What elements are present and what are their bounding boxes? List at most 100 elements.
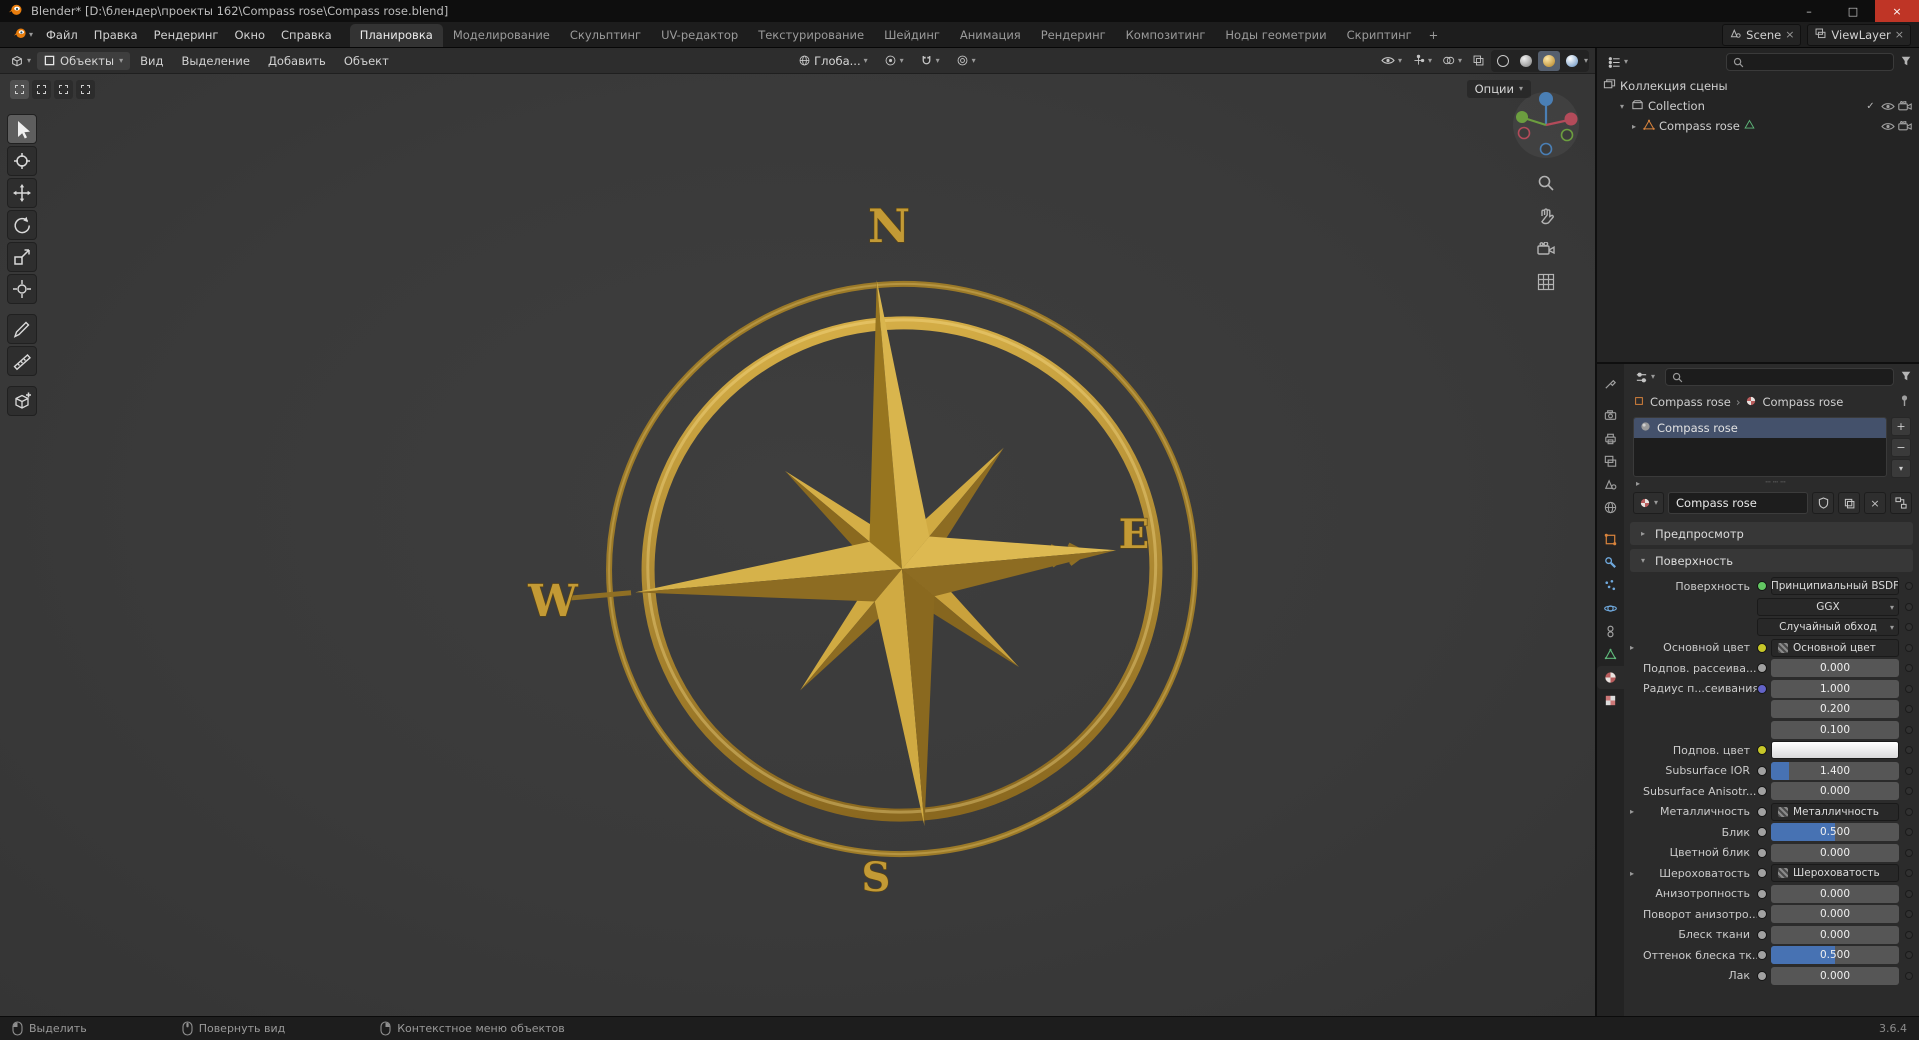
distribution-dropdown[interactable]: GGX ▾ — [1757, 597, 1899, 616]
unlink-viewlayer-icon[interactable]: × — [1895, 29, 1904, 40]
metallic-texture-field[interactable]: Металличность — [1771, 802, 1899, 821]
decorator-icon[interactable] — [1905, 971, 1913, 980]
anisotropic-rotation-slider[interactable]: 0.000 — [1771, 905, 1899, 923]
decorator-icon[interactable] — [1905, 582, 1913, 590]
expand-caret-icon[interactable]: ▾ — [1617, 102, 1627, 111]
camera-view-icon[interactable] — [1533, 236, 1559, 262]
decorator-icon[interactable] — [1905, 766, 1913, 775]
properties-editor-type-button[interactable]: ▾ — [1631, 369, 1659, 386]
shader-socket-icon[interactable] — [1757, 581, 1767, 591]
subsurface-anisotropy-slider[interactable]: 0.000 — [1771, 782, 1899, 800]
outliner-search-input[interactable] — [1726, 53, 1894, 71]
roughness-texture-field[interactable]: Шероховатость — [1771, 864, 1899, 882]
sheen-slider[interactable]: 0.000 — [1771, 925, 1899, 944]
decorator-icon[interactable] — [1905, 828, 1913, 836]
value-socket-icon[interactable] — [1757, 786, 1767, 796]
props-tab-physics[interactable] — [1597, 597, 1624, 620]
breadcrumb-material[interactable]: Compass rose — [1762, 395, 1843, 409]
transform-orientation-dropdown[interactable]: Глоба... ▾ — [794, 52, 872, 70]
close-button[interactable]: × — [1875, 0, 1919, 22]
decorator-icon[interactable] — [1905, 848, 1913, 857]
decorator-icon[interactable] — [1905, 705, 1913, 713]
tab-sculpting[interactable]: Скульптинг — [560, 24, 651, 47]
expand-caret-icon[interactable]: ▸ — [1630, 807, 1643, 816]
tool-move[interactable] — [7, 178, 37, 208]
props-tab-particles[interactable] — [1597, 574, 1624, 597]
tool-measure[interactable] — [7, 346, 37, 376]
value-socket-icon[interactable] — [1757, 847, 1767, 858]
hide-eye-icon[interactable] — [1879, 122, 1896, 131]
expand-caret-icon[interactable]: ▸ — [1630, 869, 1643, 878]
outliner-row-collection[interactable]: ▾ Collection ✓ — [1597, 96, 1919, 116]
menu-help[interactable]: Справка — [273, 25, 340, 45]
value-socket-icon[interactable] — [1757, 827, 1767, 837]
pin-icon[interactable] — [1899, 394, 1910, 410]
props-tab-object[interactable] — [1597, 528, 1624, 551]
menu-render[interactable]: Рендеринг — [146, 25, 227, 45]
viewlayer-selector[interactable]: ViewLayer × — [1807, 23, 1911, 46]
tab-geometry-nodes[interactable]: Ноды геометрии — [1215, 24, 1336, 47]
value-socket-icon[interactable] — [1757, 929, 1767, 940]
menu-file[interactable]: Файл — [38, 25, 86, 45]
preview-panel-header[interactable]: ▸ Предпросмотр — [1630, 522, 1913, 545]
subsurface-ior-slider[interactable]: 1.400 — [1771, 761, 1899, 780]
pivot-point-dropdown[interactable]: ▾ — [880, 52, 908, 69]
props-tab-constraints[interactable] — [1597, 620, 1624, 643]
value-socket-icon[interactable] — [1757, 970, 1767, 981]
tool-transform[interactable] — [7, 274, 37, 304]
decorator-icon[interactable] — [1905, 643, 1913, 652]
decorator-icon[interactable] — [1905, 746, 1913, 754]
tool-add-cube[interactable] — [7, 386, 37, 416]
navigation-gizmo[interactable] — [1511, 90, 1581, 163]
decorator-icon[interactable] — [1905, 910, 1913, 918]
material-slot-list[interactable]: Compass rose — [1633, 417, 1887, 477]
slot-specials-button[interactable]: ▾ — [1891, 459, 1911, 478]
props-tab-texture[interactable] — [1597, 689, 1624, 712]
decorator-icon[interactable] — [1905, 623, 1913, 631]
caret-right-icon[interactable]: ▸ — [1633, 479, 1643, 488]
shading-rendered-button[interactable] — [1561, 51, 1583, 71]
decorator-icon[interactable] — [1905, 951, 1913, 959]
subsurface-slider[interactable]: 0.000 — [1771, 659, 1899, 677]
disable-render-camera-icon[interactable] — [1896, 101, 1913, 111]
menu-select[interactable]: Выделение — [173, 51, 258, 71]
vector-socket-icon[interactable] — [1757, 683, 1767, 694]
hide-eye-icon[interactable] — [1879, 102, 1896, 111]
exclude-checkbox[interactable]: ✓ — [1862, 101, 1879, 112]
radius-z-field[interactable]: 0.100 — [1771, 720, 1899, 739]
tab-uv-editing[interactable]: UV-редактор — [651, 24, 748, 47]
radius-y-field[interactable]: 0.200 — [1771, 700, 1899, 718]
tool-scale[interactable] — [7, 242, 37, 272]
expand-caret-icon[interactable]: ▸ — [1629, 122, 1639, 131]
props-tab-render[interactable] — [1597, 404, 1624, 427]
props-tab-world[interactable] — [1597, 496, 1624, 519]
tab-layout[interactable]: Планировка — [349, 24, 443, 47]
shading-wireframe-button[interactable] — [1492, 51, 1514, 71]
select-mode-invert-button[interactable] — [76, 80, 95, 99]
outliner-row-compass-rose[interactable]: ▸ Compass rose — [1597, 116, 1919, 136]
props-tab-scene[interactable] — [1597, 473, 1624, 496]
tab-animation[interactable]: Анимация — [950, 24, 1031, 47]
show-gizmo-toggle[interactable]: ▾ — [1408, 52, 1436, 69]
material-slot-row[interactable]: Compass rose — [1634, 418, 1886, 438]
tab-shading[interactable]: Шейдинг — [874, 24, 950, 47]
disable-render-camera-icon[interactable] — [1896, 121, 1913, 131]
tool-select-box[interactable] — [7, 114, 37, 144]
surface-panel-header[interactable]: ▾ Поверхность — [1630, 549, 1913, 572]
breadcrumb-object[interactable]: Compass rose — [1650, 395, 1731, 409]
decorator-icon[interactable] — [1905, 889, 1913, 898]
xray-toggle[interactable] — [1468, 52, 1489, 69]
material-name-field[interactable]: Compass rose — [1668, 492, 1808, 514]
menu-edit[interactable]: Правка — [86, 25, 146, 45]
browse-material-dropdown[interactable]: ▾ — [1633, 492, 1665, 514]
menu-view[interactable]: Вид — [132, 51, 171, 71]
menu-object[interactable]: Объект — [336, 51, 397, 71]
anisotropic-slider[interactable]: 0.000 — [1771, 884, 1899, 903]
tool-rotate[interactable] — [7, 210, 37, 240]
decorator-icon[interactable] — [1905, 787, 1913, 795]
unlink-material-button[interactable]: × — [1864, 492, 1886, 514]
props-tab-modifiers[interactable] — [1597, 551, 1624, 574]
radius-x-field[interactable]: 1.000 — [1771, 679, 1899, 698]
tab-scripting[interactable]: Скриптинг — [1337, 24, 1422, 47]
decorator-icon[interactable] — [1905, 684, 1913, 693]
